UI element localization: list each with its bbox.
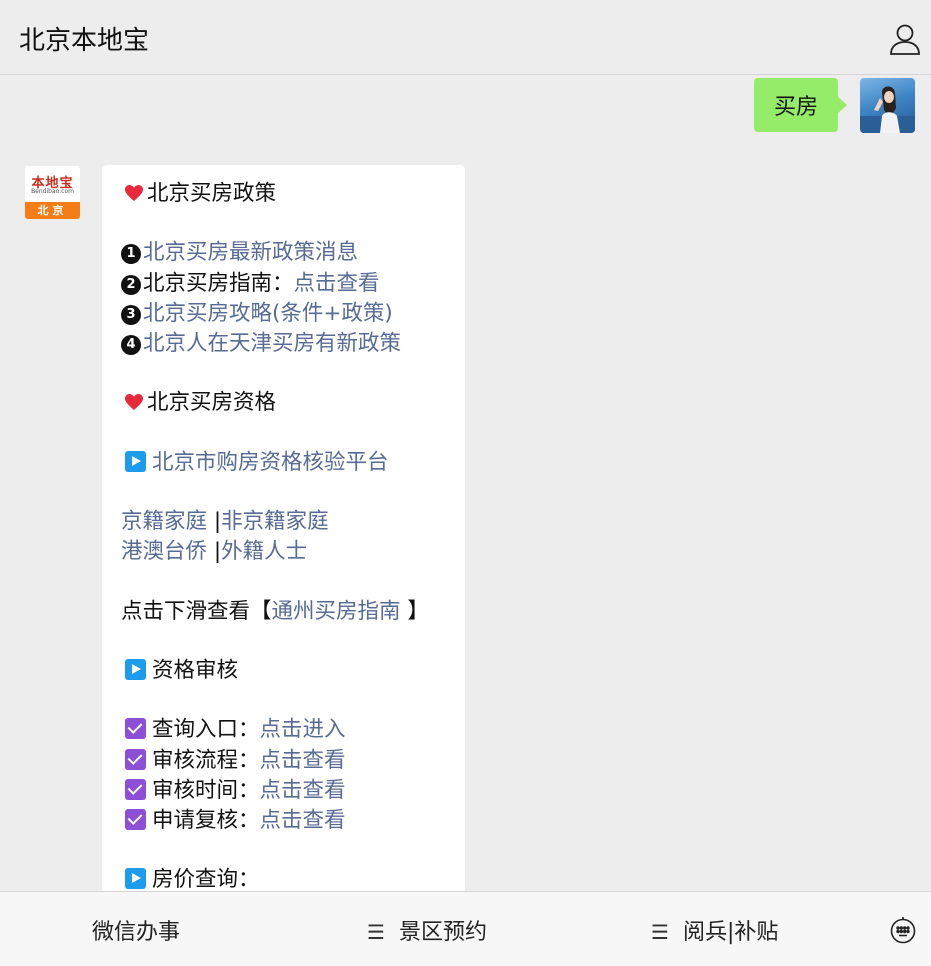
qualification-platform-link[interactable]: 北京市购房资格核验平台 xyxy=(152,450,389,475)
non-beijing-family-link[interactable]: 非京籍家庭 xyxy=(221,509,329,534)
checkbox-icon xyxy=(125,809,146,831)
menu-item-label: 微信办事 xyxy=(92,920,181,945)
menu-item-label: 景区预约 xyxy=(398,920,487,945)
guide-label: 北京买房指南： xyxy=(143,270,294,296)
list-item: 1 北京买房最新政策消息 xyxy=(121,238,455,268)
audit-item: 申请复核：点击查看 xyxy=(121,806,455,836)
outgoing-bubble[interactable]: 买房 xyxy=(754,78,847,132)
tianjin-policy-link[interactable]: 北京人在天津买房有新政策 xyxy=(143,331,401,356)
policy-news-link[interactable]: 北京买房最新政策消息 xyxy=(143,240,358,265)
section-title-policy: 北京买房政策 xyxy=(121,179,455,209)
heart-icon xyxy=(125,394,143,411)
heart-icon xyxy=(125,185,143,201)
number-2-icon: 2 xyxy=(121,274,141,295)
play-icon xyxy=(125,658,146,680)
play-icon xyxy=(125,450,146,472)
bot-avatar-label: 北京 xyxy=(25,202,80,219)
audit-label: 审核流程： xyxy=(152,747,260,773)
audit-item: 查询入口：点击进入 xyxy=(121,715,455,745)
audit-title-row: 资格审核 xyxy=(121,656,455,686)
number-1-icon: 1 xyxy=(121,244,141,265)
bottom-menu: 微信办事 ☰ 景区预约 ☰ 阅兵|补贴 xyxy=(0,891,931,966)
menu-item-scenic-booking[interactable]: ☰ 景区预约 xyxy=(367,914,487,946)
strategy-link[interactable]: 北京买房攻略(条件+政策) xyxy=(143,301,393,326)
tongzhou-row: 点击下滑查看【通州买房指南 】 xyxy=(121,597,455,627)
audit-item: 审核时间：点击查看 xyxy=(121,776,455,806)
tongzhou-guide-link[interactable]: 通州买房指南 xyxy=(272,599,401,624)
review-apply-link[interactable]: 点击查看 xyxy=(260,808,346,833)
hk-macao-tw-link[interactable]: 港澳台侨 xyxy=(121,539,207,564)
menu-item-wechat-service[interactable]: 微信办事 xyxy=(92,914,180,946)
bot-logo: 本地宝 Bendibao.com xyxy=(25,166,80,202)
menu-item-parade-subsidy[interactable]: ☰ 阅兵|补贴 xyxy=(651,914,778,946)
tongzhou-prefix: 点击下滑查看【 xyxy=(121,598,272,624)
section-title-qualification-text: 北京买房资格 xyxy=(147,390,277,416)
menu-item-label: 阅兵|补贴 xyxy=(682,920,779,945)
keyboard-toggle-icon[interactable] xyxy=(889,916,917,944)
query-entry-link[interactable]: 点击进入 xyxy=(260,717,346,742)
hamburger-icon: ☰ xyxy=(367,920,385,944)
section-title-qualification: 北京买房资格 xyxy=(121,388,455,418)
audit-process-link[interactable]: 点击查看 xyxy=(260,748,346,773)
checkbox-icon xyxy=(125,778,146,800)
checkbox-icon xyxy=(125,718,146,740)
chat-title: 北京本地宝 xyxy=(19,26,150,56)
number-3-icon: 3 xyxy=(121,304,141,325)
chat-header: 北京本地宝 xyxy=(0,0,931,75)
number-4-icon: 4 xyxy=(121,335,141,356)
list-item: 4 北京人在天津买房有新政策 xyxy=(121,329,455,359)
tongzhou-suffix: 】 xyxy=(400,598,429,624)
audit-item: 审核流程：点击查看 xyxy=(121,746,455,776)
platform-row: 北京市购房资格核验平台 xyxy=(121,448,455,478)
audit-title: 资格审核 xyxy=(152,657,239,683)
audit-label: 审核时间： xyxy=(152,777,260,803)
user-avatar[interactable] xyxy=(860,78,915,133)
bot-avatar[interactable]: 本地宝 Bendibao.com 北京 xyxy=(25,166,80,219)
hamburger-icon: ☰ xyxy=(651,920,669,944)
checkbox-icon xyxy=(125,748,146,770)
play-icon xyxy=(125,868,146,890)
audit-label: 申请复核： xyxy=(152,808,260,834)
family-row-1: 京籍家庭 |非京籍家庭 xyxy=(121,507,455,537)
user-icon[interactable] xyxy=(889,22,921,56)
audit-label: 查询入口： xyxy=(152,717,260,743)
incoming-bubble: 北京买房政策 1 北京买房最新政策消息 2 北京买房指南：点击查看 3 北京买房攻略(… xyxy=(102,165,465,905)
list-item: 3 北京买房攻略(条件+政策) xyxy=(121,299,455,329)
family-row-2: 港澳台侨 |外籍人士 xyxy=(121,537,455,567)
list-item: 2 北京买房指南：点击查看 xyxy=(121,269,455,299)
guide-link[interactable]: 点击查看 xyxy=(294,271,380,296)
audit-time-link[interactable]: 点击查看 xyxy=(260,778,346,803)
foreigner-link[interactable]: 外籍人士 xyxy=(221,539,307,564)
beijing-family-link[interactable]: 京籍家庭 xyxy=(121,509,207,534)
bot-logo-sub: Bendibao.com xyxy=(31,188,74,195)
section-title-policy-text: 北京买房政策 xyxy=(147,181,277,206)
price-title: 房价查询： xyxy=(152,867,260,893)
